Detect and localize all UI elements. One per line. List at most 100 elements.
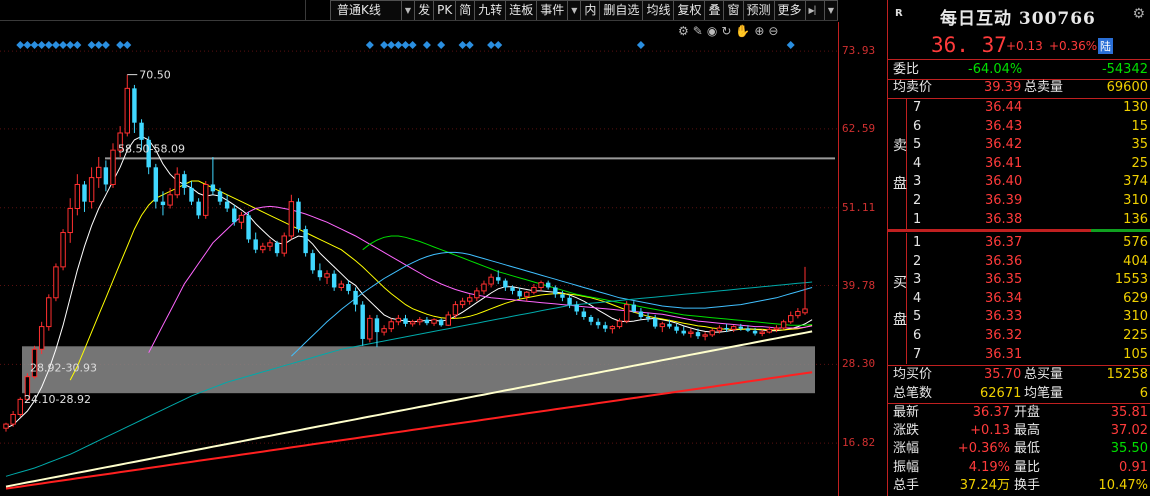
hand-icon[interactable]: ✋ xyxy=(735,24,750,38)
toolbar-ma-button[interactable]: 均线 xyxy=(643,0,675,21)
order-level: 5 xyxy=(913,309,922,325)
toolbar-jiuzhuan-button[interactable]: 九转 xyxy=(475,0,507,21)
toolbar-lianban-button[interactable]: 连板 xyxy=(506,0,538,21)
order-price: 36.39 xyxy=(985,193,1023,208)
candle-body xyxy=(46,297,52,328)
candle-body xyxy=(438,319,444,326)
weibi-label: 委比 xyxy=(893,62,920,77)
candle-body xyxy=(103,167,109,185)
event-marker-icon xyxy=(401,41,410,49)
candle-body xyxy=(409,321,416,325)
toolbar-overlay-button[interactable]: 叠 xyxy=(705,0,725,21)
order-volume: 374 xyxy=(1123,174,1148,190)
buy-order-row[interactable]: 2 36.36 404 xyxy=(888,253,1150,271)
candle-body xyxy=(10,413,16,425)
quote-panel: R 每日互动 300766 ⚙ 36. 37 +0.13 +0.36% 陆 委比… xyxy=(887,0,1150,496)
candle-body xyxy=(545,282,551,288)
event-marker-icon xyxy=(66,41,75,49)
candle-body xyxy=(182,174,187,188)
toolbar-fa-button[interactable]: 发 xyxy=(415,0,435,21)
candle-body xyxy=(481,283,487,292)
more-dropdown-icon[interactable]: ▼ xyxy=(824,0,838,21)
order-volume: 136 xyxy=(1123,211,1148,227)
order-price: 36.40 xyxy=(985,174,1023,190)
price-tick-label: 28.30 xyxy=(842,357,876,371)
toolbar-window-button[interactable]: 窗 xyxy=(724,0,744,21)
sell-order-row[interactable]: 3 36.40 374 xyxy=(888,173,1150,191)
order-price: 36.38 xyxy=(985,211,1023,227)
order-volume: 1553 xyxy=(1114,272,1148,288)
sell-order-row[interactable]: 4 36.41 25 xyxy=(888,155,1150,173)
last-price: 36. 37 xyxy=(931,33,1007,57)
event-marker-icon xyxy=(380,41,389,49)
event-marker-icon xyxy=(636,41,645,49)
gear-icon[interactable]: ⚙ xyxy=(678,24,689,38)
price-tick-label: 62.59 xyxy=(842,121,876,135)
zoom-in-icon[interactable]: ⊕ xyxy=(754,24,764,38)
toolbar-more-button[interactable]: 更多 xyxy=(774,0,806,21)
avg-buy-row: 均买价 35.70 总买量 15258 xyxy=(888,366,1150,384)
sell-order-row[interactable]: 6 36.43 15 xyxy=(888,118,1150,136)
buy-order-row[interactable]: 3 36.35 1553 xyxy=(888,271,1150,289)
stat-label: 振幅 xyxy=(893,459,920,475)
stat-label: 总手 xyxy=(893,477,920,493)
stat-value: 0.91 xyxy=(1119,459,1148,475)
event-marker-icon xyxy=(101,41,110,49)
sell-order-row[interactable]: 7 36.44 130 xyxy=(888,99,1150,117)
buy-order-row[interactable]: 5 36.33 310 xyxy=(888,308,1150,326)
order-level: 7 xyxy=(913,100,922,115)
toolbar-remove-watchlist-button[interactable]: 删自选 xyxy=(600,0,644,21)
kline-chart[interactable]: 70.50 58.50-58.09 28.92-30.93 24.10-28.92 xyxy=(0,22,838,496)
gear-icon[interactable]: ⚙ xyxy=(1132,6,1145,22)
stat-value: +0.36% xyxy=(957,441,1010,457)
buy-order-row[interactable]: 1 36.37 576 xyxy=(888,234,1150,252)
avg-sell-label: 均卖价 xyxy=(893,80,933,95)
stat-value: 37.24万 xyxy=(959,477,1010,493)
stat-label: 最低 xyxy=(1014,441,1041,457)
candle-body xyxy=(167,194,173,206)
toolbar-nei-button[interactable]: 内 xyxy=(581,0,601,21)
toolbar-pk-button[interactable]: PK xyxy=(434,0,457,21)
eye-icon[interactable]: ◉ xyxy=(707,24,717,38)
candle-body xyxy=(189,187,194,202)
buy-order-row[interactable]: 6 36.32 225 xyxy=(888,327,1150,345)
chart-type-dropdown-icon[interactable]: ▼ xyxy=(401,0,416,21)
candle-body xyxy=(310,253,315,271)
event-marker-icon xyxy=(387,41,396,49)
toolbar-jian-button[interactable]: 简 xyxy=(456,0,476,21)
event-dropdown-icon[interactable]: ▼ xyxy=(568,0,582,21)
candle-body xyxy=(196,201,201,216)
price-tick-label: 39.78 xyxy=(842,278,876,292)
candle-body xyxy=(67,208,73,234)
chart-type-select[interactable]: 普通K线 xyxy=(330,0,402,21)
expand-panel-icon[interactable]: ▶▏ xyxy=(805,0,825,21)
event-marker-icon xyxy=(465,41,474,49)
candle-body xyxy=(388,321,394,330)
candle-body xyxy=(296,201,301,230)
candle-body xyxy=(652,318,658,327)
candle-body xyxy=(17,398,23,415)
stat-label: 换手 xyxy=(1014,477,1041,493)
weibi-diff: -54342 xyxy=(1101,62,1148,77)
order-volume: 130 xyxy=(1123,100,1148,115)
candle-body xyxy=(431,319,437,324)
toolbar-forecast-button[interactable]: 预测 xyxy=(743,0,775,21)
candle-body xyxy=(524,291,530,297)
refresh-icon[interactable]: ↻ xyxy=(721,24,731,38)
sell-order-row[interactable]: 2 36.39 310 xyxy=(888,192,1150,210)
candle-body xyxy=(738,326,744,329)
buy-order-row[interactable]: 4 36.34 629 xyxy=(888,290,1150,308)
candle-body xyxy=(730,326,737,330)
sell-order-row[interactable]: 1 36.38 136 xyxy=(888,211,1150,229)
buy-order-row[interactable]: 7 36.31 105 xyxy=(888,346,1150,364)
candle-body xyxy=(623,304,630,322)
pen-icon[interactable]: ✎ xyxy=(693,24,703,38)
order-volume: 576 xyxy=(1123,235,1148,250)
stat-value: 4.19% xyxy=(968,459,1010,475)
event-marker-icon xyxy=(30,41,39,49)
chart-toolbar: 普通K线 ▼ 发 PK 简 九转 连板 事件 ▼ 内 删自选 均线 复权 叠 窗… xyxy=(330,0,838,21)
sell-order-row[interactable]: 5 36.42 35 xyxy=(888,136,1150,154)
toolbar-event-button[interactable]: 事件 xyxy=(537,0,569,21)
toolbar-adjust-button[interactable]: 复权 xyxy=(674,0,706,21)
zoom-out-icon[interactable]: ⊖ xyxy=(768,24,778,38)
